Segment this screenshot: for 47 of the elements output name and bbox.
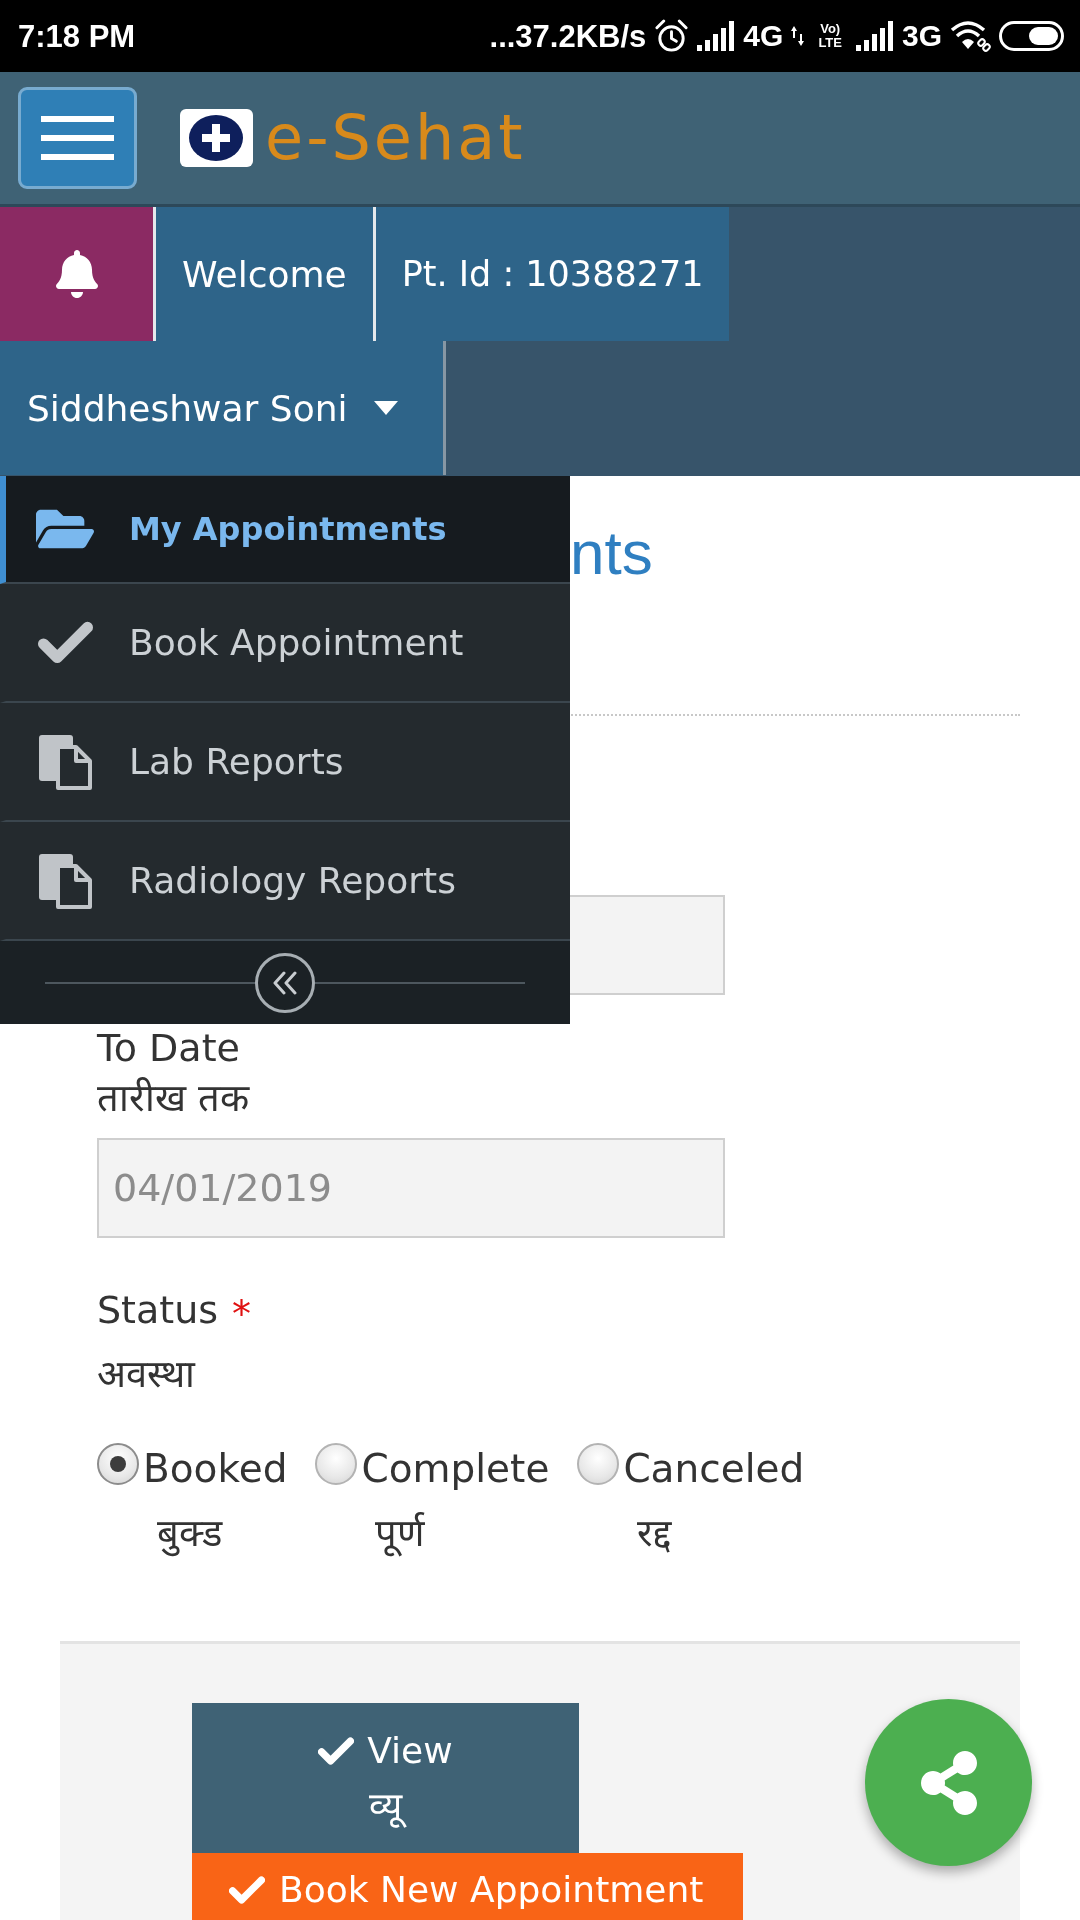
- radio-button[interactable]: [315, 1443, 358, 1485]
- field-label-hindi: तारीख तक: [97, 1075, 250, 1122]
- volte-label: LTE: [818, 36, 842, 50]
- clock-time: 7:18 PM: [18, 20, 136, 52]
- alarm-icon: [654, 18, 690, 54]
- from-date-field[interactable]: [570, 895, 725, 995]
- signal-icon: [855, 21, 894, 51]
- logo-text: e-Sehat: [265, 107, 526, 169]
- option-label: Complete: [361, 1445, 550, 1493]
- menu-button[interactable]: [18, 87, 137, 189]
- wifi-icon: [950, 20, 991, 52]
- network-type-label: 4G: [743, 21, 784, 51]
- option-label: Canceled: [623, 1445, 805, 1493]
- network-type-label: 3G: [901, 21, 942, 51]
- logo-icon: [180, 109, 253, 167]
- caret-icon: [373, 401, 398, 415]
- option-label-hindi: बुक्ड: [157, 1510, 222, 1559]
- documents-icon: [37, 852, 93, 909]
- option-label-hindi: रद्द: [637, 1510, 672, 1557]
- menu-item[interactable]: My Appointments: [0, 476, 570, 584]
- welcome-label: Welcome: [156, 207, 376, 341]
- view-button[interactable]: View व्यू: [192, 1703, 579, 1853]
- radio-button[interactable]: [97, 1443, 139, 1485]
- check-icon: [229, 1874, 265, 1905]
- patient-id-label: Pt. Id : 10388271: [375, 207, 730, 341]
- documents-icon: [37, 733, 93, 790]
- data-arrows-icon: [791, 26, 805, 46]
- check-icon: [37, 620, 93, 665]
- volte-label: Vo): [820, 22, 841, 36]
- option-label-hindi: पूर्ण: [375, 1510, 425, 1559]
- share-icon: [920, 1750, 977, 1815]
- radio-button[interactable]: [577, 1443, 620, 1485]
- required-mark: *: [232, 1291, 252, 1338]
- double-chevron-left-icon: [272, 970, 298, 995]
- field-label: Status: [97, 1288, 219, 1334]
- signal-icon: [697, 21, 736, 51]
- battery-icon: [999, 21, 1064, 51]
- check-icon: [318, 1736, 355, 1766]
- network-speed-label: ...37.2KB/s: [489, 20, 647, 52]
- bell-icon: [55, 250, 98, 298]
- field-label-hindi: अवस्था: [97, 1351, 195, 1398]
- menu-icon: [41, 116, 114, 160]
- page-heading: nts: [570, 522, 653, 584]
- field-label: To Date: [97, 1026, 240, 1070]
- option-label: Booked: [143, 1445, 288, 1493]
- user-menu-button[interactable]: Siddheshwar Soni: [0, 341, 446, 475]
- notifications-button[interactable]: [0, 207, 156, 341]
